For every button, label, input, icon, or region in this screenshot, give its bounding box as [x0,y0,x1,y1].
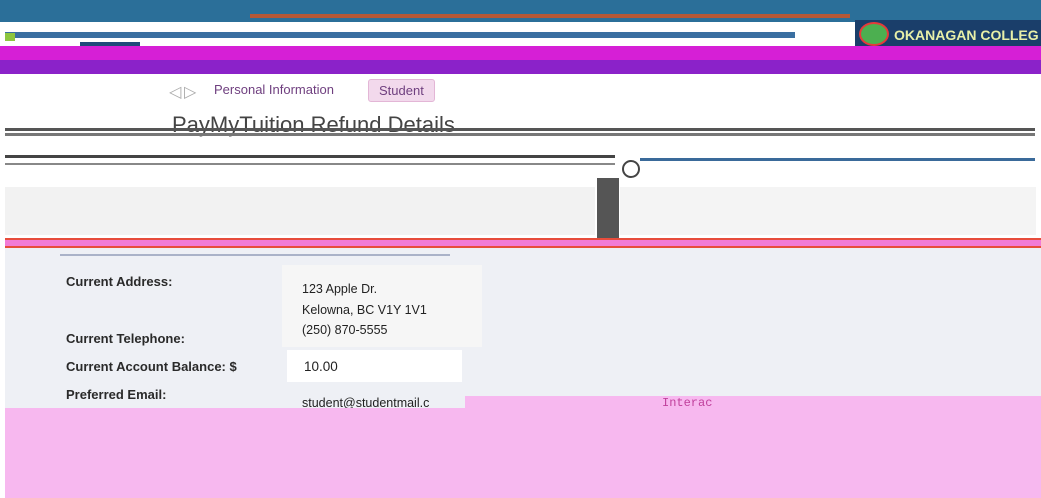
balance-label: Current Account Balance: $ [66,359,237,374]
pink-accent-strip-inner [5,240,1041,246]
chevron-right-icon[interactable]: ▷ [184,82,196,101]
breadcrumb-personal-information[interactable]: Personal Information [214,82,334,97]
breadcrumb [0,74,1041,108]
header-magenta-band [0,46,1041,60]
college-name: OKANAGAN COLLEG [894,27,1039,43]
panel-divider [597,178,619,238]
telephone-value: (250) 870-5555 [302,323,388,337]
section-divider [60,254,450,256]
address-line1: 123 Apple Dr. [302,282,378,296]
chevron-left-icon[interactable]: ◁ [169,82,181,101]
refund-details-panel [5,248,1041,408]
header-accent-line [250,14,850,18]
balance-value: 10.00 [304,359,338,374]
email-label: Preferred Email: [66,387,167,402]
college-logo-icon [859,22,889,46]
header-purple-band [0,60,1041,74]
address-line2: Kelowna, BC V1Y 1V1 [302,303,427,317]
right-panel [620,187,1036,235]
breadcrumb-student[interactable]: Student [368,79,435,102]
left-panel [5,187,595,235]
footer-pink-band [5,408,1041,498]
header-green-mark [5,33,15,41]
info-icon[interactable] [622,160,640,178]
telephone-label: Current Telephone: [66,331,185,346]
address-label: Current Address: [66,274,173,289]
header-strip [5,32,795,38]
top-header-bar [0,0,1041,22]
header-ghost-lines [0,125,1041,165]
